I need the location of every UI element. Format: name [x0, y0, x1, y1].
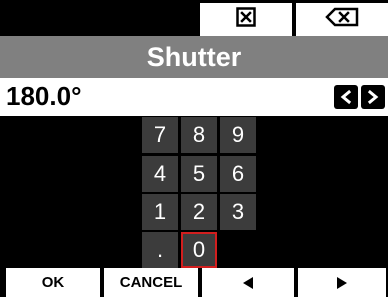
clear-button[interactable]: [200, 3, 292, 36]
key-decimal[interactable]: .: [142, 232, 178, 268]
key-8[interactable]: 8: [181, 117, 217, 153]
key-1[interactable]: 1: [142, 194, 178, 230]
increment-arrow-button[interactable]: [361, 85, 385, 109]
top-toolbar: [0, 0, 388, 36]
key-4[interactable]: 4: [142, 156, 178, 192]
key-5[interactable]: 5: [181, 156, 217, 192]
key-7[interactable]: 7: [142, 117, 178, 153]
key-2[interactable]: 2: [181, 194, 217, 230]
key-9[interactable]: 9: [220, 117, 256, 153]
key-0[interactable]: 0: [181, 232, 217, 268]
title-bar: Shutter: [0, 36, 388, 78]
next-button[interactable]: [298, 268, 386, 297]
page-title: Shutter: [146, 41, 242, 72]
key-3[interactable]: 3: [220, 194, 256, 230]
backspace-button[interactable]: [296, 3, 388, 36]
ok-button[interactable]: OK: [6, 268, 100, 297]
triangle-left-icon: [243, 276, 253, 289]
shutter-value: 180.0°: [6, 81, 82, 111]
close-box-icon: [236, 7, 256, 32]
cancel-button[interactable]: CANCEL: [104, 268, 198, 297]
key-6[interactable]: 6: [220, 156, 256, 192]
backspace-icon: [325, 7, 359, 32]
triangle-right-icon: [337, 276, 347, 289]
previous-button[interactable]: [202, 268, 294, 297]
decrement-arrow-button[interactable]: [334, 85, 358, 109]
chevron-left-icon: [340, 89, 352, 105]
bottom-toolbar: OK CANCEL: [0, 268, 388, 297]
chevron-right-icon: [367, 89, 379, 105]
value-display: 180.0°: [0, 78, 388, 116]
